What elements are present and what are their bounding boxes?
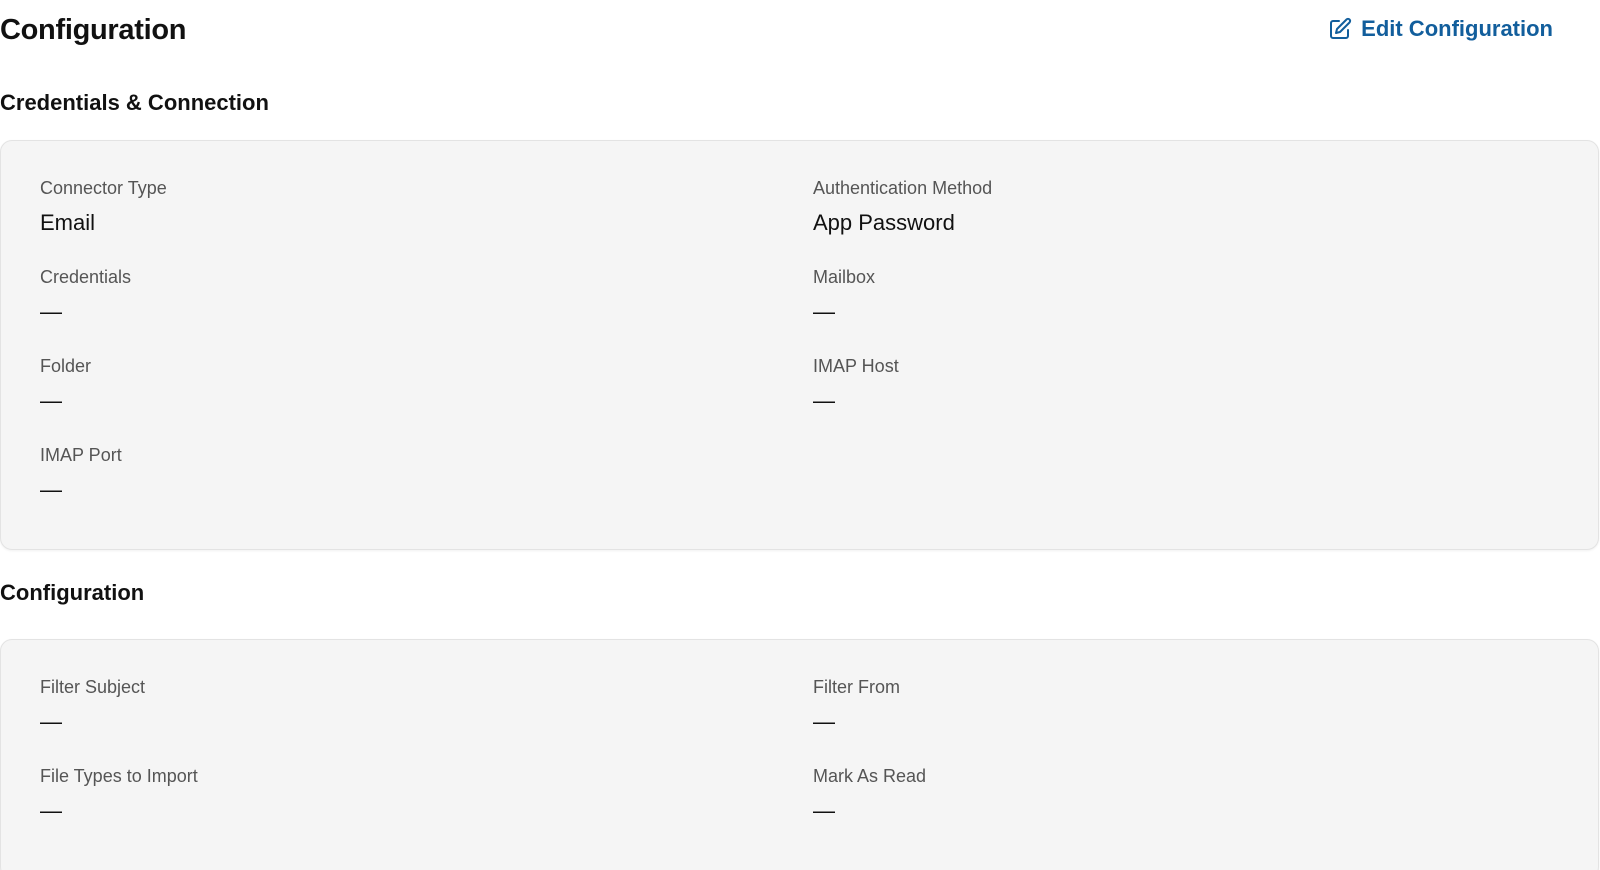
field-label: Mailbox [813, 267, 876, 287]
field-connector-type: Connector Type Email [40, 177, 813, 266]
field-label: IMAP Port [40, 445, 122, 465]
configuration-grid: Filter Subject — Filter From — File Type… [40, 676, 1560, 854]
edit-configuration-label: Edit Configuration [1361, 16, 1553, 41]
field-filter-from: Filter From — [813, 676, 1513, 765]
field-value: Email [40, 210, 96, 235]
field-label: Filter Subject [40, 677, 146, 697]
field-value: — [40, 477, 62, 502]
field-folder: Folder — [40, 355, 813, 444]
field-value: — [813, 709, 835, 734]
field-label: Authentication Method [813, 178, 993, 198]
credentials-section-title: Credentials & Connection [0, 90, 269, 115]
field-label: Folder [40, 356, 92, 376]
field-value: — [40, 388, 62, 413]
field-filter-subject: Filter Subject — [40, 676, 813, 765]
field-value: — [40, 709, 62, 734]
field-credentials: Credentials — [40, 266, 813, 355]
field-value: — [813, 299, 835, 324]
configuration-page: Configuration Edit Configuration Credent… [0, 0, 1600, 870]
field-imap-port: IMAP Port — [40, 444, 813, 533]
field-label: Credentials [40, 267, 132, 287]
configuration-section-title: Configuration [0, 580, 145, 605]
configuration-card: Filter Subject — Filter From — File Type… [0, 639, 1599, 870]
credentials-grid: Connector Type Email Authentication Meth… [40, 177, 1560, 533]
credentials-card: Connector Type Email Authentication Meth… [0, 140, 1599, 550]
field-imap-host: IMAP Host — [813, 355, 1513, 444]
field-value: App Password [813, 210, 955, 235]
field-mark-as-read: Mark As Read — [813, 765, 1513, 854]
page-header: Configuration Edit Configuration [0, 12, 1600, 52]
field-label: Filter From [813, 677, 900, 697]
field-label: File Types to Import [40, 766, 198, 786]
field-file-types: File Types to Import — [40, 765, 813, 854]
field-label: IMAP Host [813, 356, 899, 376]
field-value: — [813, 388, 835, 413]
field-label: Mark As Read [813, 766, 927, 786]
page-title: Configuration [0, 14, 187, 46]
field-mailbox: Mailbox — [813, 266, 1513, 355]
field-label: Connector Type [40, 178, 167, 198]
field-value: — [40, 798, 62, 823]
field-authentication-method: Authentication Method App Password [813, 177, 1513, 266]
field-value: — [40, 299, 62, 324]
edit-configuration-button[interactable]: Edit Configuration [1328, 16, 1553, 42]
edit-icon [1328, 17, 1352, 41]
field-value: — [813, 798, 835, 823]
